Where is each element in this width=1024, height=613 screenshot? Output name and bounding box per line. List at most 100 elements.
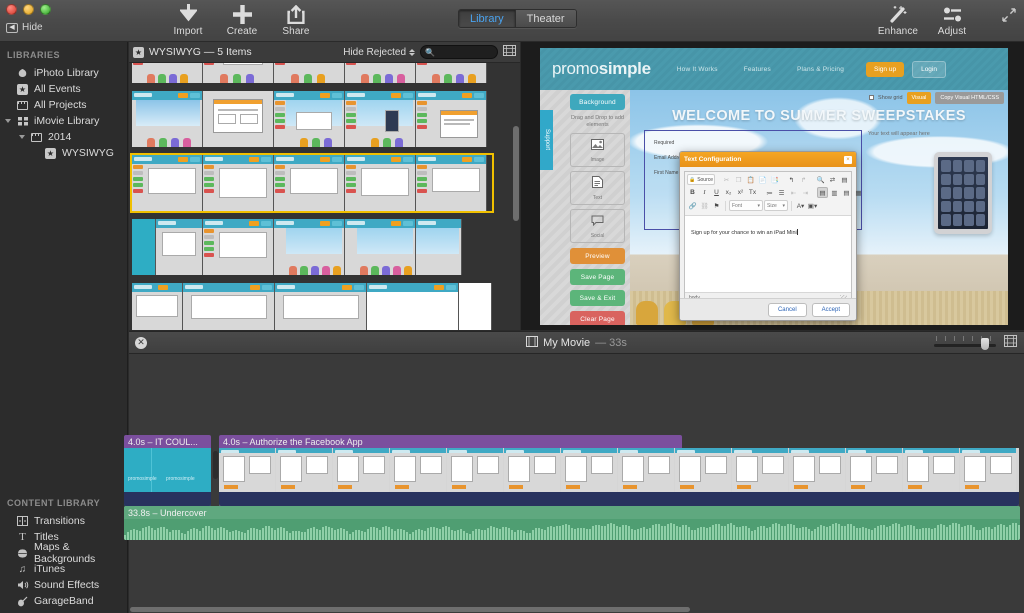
align-justify-icon[interactable]: ▦ bbox=[853, 187, 864, 198]
text-configuration-dialog[interactable]: Text Configuration × 🔒 Source ✂ ❐ 📋 📄 📑 … bbox=[679, 151, 862, 321]
sidebar-item-iphoto-library[interactable]: iPhoto Library bbox=[0, 65, 127, 81]
zoom-knob[interactable] bbox=[981, 337, 989, 350]
minimize-window-button[interactable] bbox=[23, 4, 34, 15]
paste-word-icon[interactable]: 📑 bbox=[769, 174, 780, 185]
find-icon[interactable]: 🔍 bbox=[815, 174, 826, 185]
editor-content-area[interactable]: Sign up for your chance to win an iPad M… bbox=[685, 216, 851, 292]
adjust-button[interactable]: Adjust bbox=[932, 2, 972, 37]
stepper-icon[interactable] bbox=[409, 48, 415, 56]
hide-rejected-select[interactable]: Hide Rejected bbox=[343, 47, 415, 58]
select-all-icon[interactable]: ▤ bbox=[839, 174, 850, 185]
sidebar-item-transitions[interactable]: Transitions bbox=[0, 513, 128, 529]
copy-html-css-button[interactable]: Copy Visual HTML/CSS bbox=[935, 92, 1004, 104]
sidebar-item-all-events[interactable]: ★ All Events bbox=[0, 81, 127, 97]
tab-library[interactable]: Library bbox=[459, 10, 515, 27]
sidebar-item-maps-backgrounds[interactable]: Maps & Backgrounds bbox=[0, 541, 128, 565]
numbered-list-icon[interactable]: ≔ bbox=[764, 187, 775, 198]
anchor-icon[interactable]: ⚑ bbox=[711, 200, 722, 211]
timeline[interactable]: 4.0s – IT COUL... promosimple promosimpl… bbox=[124, 354, 1024, 613]
accept-button[interactable]: Accept bbox=[811, 302, 850, 317]
background-button[interactable]: Background bbox=[570, 94, 625, 110]
save-page-button[interactable]: Save Page bbox=[570, 269, 625, 285]
filmstrip-settings-icon[interactable] bbox=[503, 43, 516, 61]
close-window-button[interactable] bbox=[6, 4, 17, 15]
sidebar-item-2014[interactable]: 2014 bbox=[0, 129, 127, 145]
cut-icon[interactable]: ✂ bbox=[721, 174, 732, 185]
indent-icon[interactable]: ⇥ bbox=[800, 187, 811, 198]
timeline-audio-clip[interactable]: 33.8s – Undercover bbox=[124, 506, 1020, 540]
remove-format-icon[interactable]: Tx bbox=[747, 187, 758, 198]
nav-link-plans-pricing[interactable]: Plans & Pricing bbox=[797, 66, 844, 73]
save-exit-button[interactable]: Save & Exit bbox=[570, 290, 625, 306]
support-tab[interactable]: Support bbox=[540, 110, 553, 170]
close-icon[interactable]: × bbox=[844, 155, 852, 164]
bulleted-list-icon[interactable]: ☰ bbox=[776, 187, 787, 198]
nav-link-how-it-works[interactable]: How It Works bbox=[677, 66, 718, 73]
subscript-icon[interactable]: x₂ bbox=[723, 187, 734, 198]
create-button[interactable]: Create bbox=[222, 2, 262, 37]
underline-icon[interactable]: U bbox=[711, 187, 722, 198]
replace-icon[interactable]: ⇄ bbox=[827, 174, 838, 185]
link-icon[interactable]: 🔗 bbox=[687, 200, 698, 211]
align-left-icon[interactable]: ▤ bbox=[817, 187, 828, 198]
timeline-clip-2-body[interactable] bbox=[219, 448, 1019, 506]
clip-trim-handle[interactable] bbox=[213, 451, 218, 479]
show-grid-checkbox[interactable] bbox=[869, 94, 875, 102]
sidebar-item-wysiwyg[interactable]: ★ WYSIWYG bbox=[0, 145, 127, 161]
tab-theater[interactable]: Theater bbox=[514, 10, 576, 27]
copy-icon[interactable]: ❐ bbox=[733, 174, 744, 185]
unlink-icon[interactable]: ⛓ bbox=[699, 200, 710, 211]
timeline-clip-1-body[interactable]: promosimple promosimple bbox=[124, 448, 211, 506]
background-color-icon[interactable]: ▣▾ bbox=[807, 200, 818, 211]
dialog-titlebar[interactable]: Text Configuration × bbox=[680, 152, 856, 167]
align-center-icon[interactable]: ▥ bbox=[829, 187, 840, 198]
filmstrip-row[interactable] bbox=[132, 283, 492, 330]
align-right-icon[interactable]: ▤ bbox=[841, 187, 852, 198]
size-select[interactable]: Size ▾ bbox=[764, 200, 788, 211]
sidebar-item-garageband[interactable]: GarageBand bbox=[0, 593, 128, 609]
filmstrip-row[interactable] bbox=[132, 219, 492, 275]
search-input[interactable]: 🔍 bbox=[420, 45, 498, 59]
disclosure-triangle-icon[interactable] bbox=[19, 135, 25, 139]
paste-icon[interactable]: 📋 bbox=[745, 174, 756, 185]
nav-link-features[interactable]: Features bbox=[744, 66, 771, 73]
share-button[interactable]: Share bbox=[276, 2, 316, 37]
timeline-horizontal-scrollbar[interactable] bbox=[130, 607, 690, 612]
sidebar-item-all-projects[interactable]: All Projects bbox=[0, 97, 127, 113]
timeline-clip-2[interactable]: 4.0s – Authorize the Facebook App bbox=[219, 435, 1019, 506]
window-controls[interactable] bbox=[6, 4, 51, 15]
text-color-icon[interactable]: A▾ bbox=[795, 200, 806, 211]
import-button[interactable]: Import bbox=[168, 2, 208, 37]
timeline-zoom-slider[interactable] bbox=[934, 335, 996, 350]
element-social-button[interactable]: Social bbox=[570, 209, 625, 243]
library-theater-tabs[interactable]: Library Theater bbox=[458, 9, 577, 28]
sidebar-item-imovie-library[interactable]: iMovie Library bbox=[0, 113, 127, 129]
superscript-icon[interactable]: x² bbox=[735, 187, 746, 198]
source-button[interactable]: 🔒 Source bbox=[687, 174, 715, 185]
clear-page-button[interactable]: Clear Page bbox=[570, 311, 625, 325]
fullscreen-icon[interactable] bbox=[1002, 8, 1016, 22]
element-text-button[interactable]: Text bbox=[570, 171, 625, 205]
enhance-button[interactable]: Enhance bbox=[878, 2, 918, 37]
visual-mode-button[interactable]: Visual bbox=[906, 92, 932, 104]
undo-icon[interactable]: ↰ bbox=[786, 174, 797, 185]
timeline-clip-1[interactable]: 4.0s – IT COUL... promosimple promosimpl… bbox=[124, 435, 211, 506]
bold-icon[interactable]: B bbox=[687, 187, 698, 198]
outdent-icon[interactable]: ⇤ bbox=[788, 187, 799, 198]
italic-icon[interactable]: I bbox=[699, 187, 710, 198]
paste-text-icon[interactable]: 📄 bbox=[757, 174, 768, 185]
hide-sidebar-button[interactable]: ◀ Hide bbox=[6, 22, 43, 33]
disclosure-triangle-icon[interactable] bbox=[5, 119, 11, 123]
signup-button[interactable]: Sign up bbox=[866, 61, 905, 77]
filmstrip-row[interactable] bbox=[132, 63, 492, 83]
element-image-button[interactable]: Image bbox=[570, 133, 625, 167]
filmstrip-list[interactable] bbox=[129, 63, 520, 330]
redo-icon[interactable]: ↱ bbox=[798, 174, 809, 185]
cancel-button[interactable]: Cancel bbox=[767, 302, 807, 317]
preview-button[interactable]: Preview bbox=[570, 248, 625, 264]
browser-scrollbar[interactable] bbox=[513, 66, 519, 306]
rich-text-editor[interactable]: 🔒 Source ✂ ❐ 📋 📄 📑 ↰ ↱ 🔍 ⇄ ▤ B I U x₂ x²… bbox=[684, 171, 862, 304]
filmstrip-row-selected[interactable] bbox=[130, 153, 494, 213]
filmstrip-row[interactable] bbox=[132, 91, 492, 147]
font-select[interactable]: Font ▾ bbox=[729, 200, 763, 211]
